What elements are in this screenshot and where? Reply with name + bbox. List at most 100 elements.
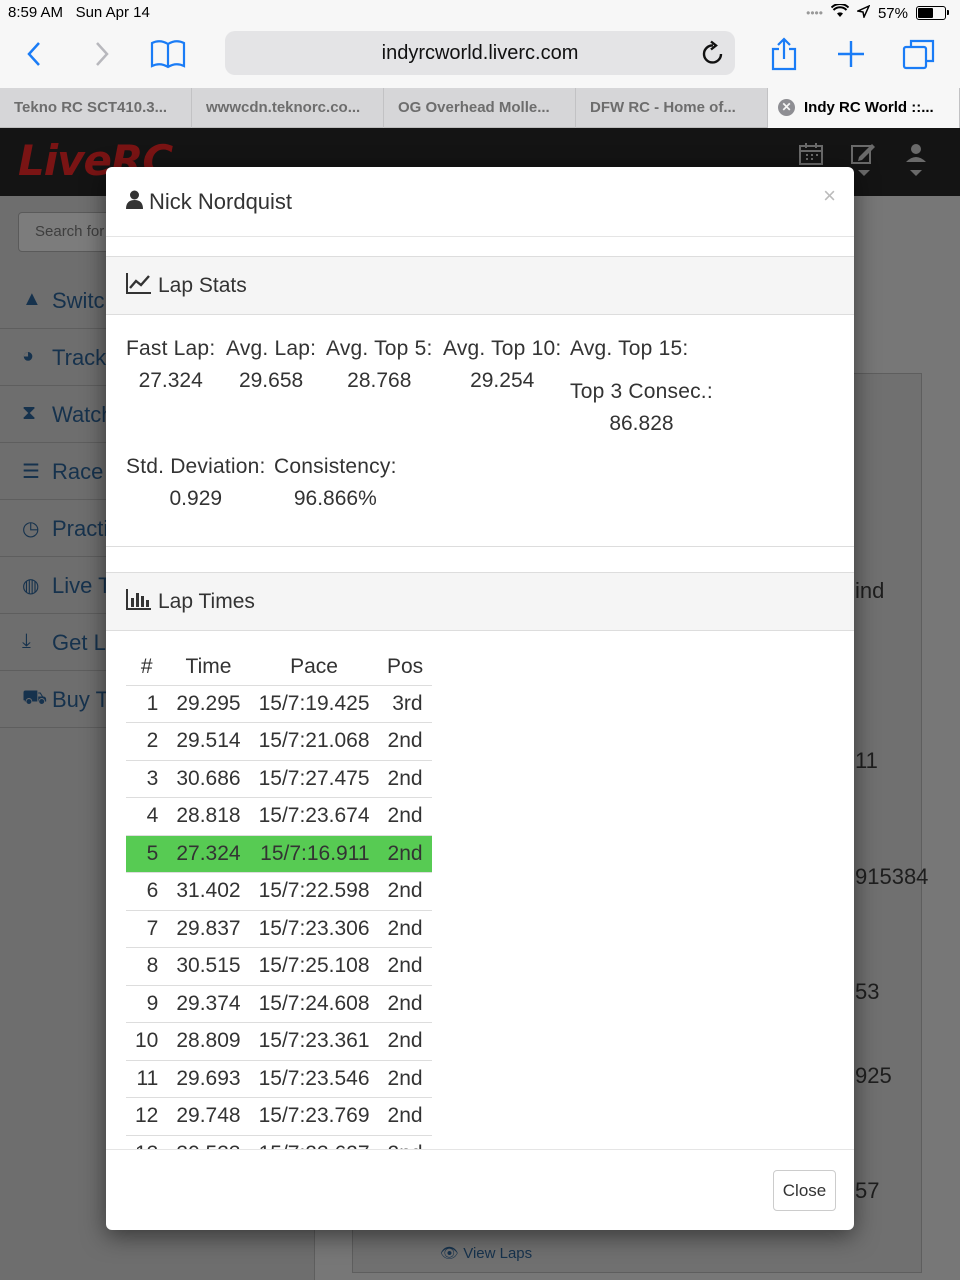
- stat-top3-consec: Top 3 Consec.: 86.828: [570, 380, 713, 435]
- lap-time-cell: 29.748: [167, 1097, 250, 1135]
- globe-icon: ◍: [22, 575, 40, 597]
- table-row: 11 29.693 15/7:23.546 2nd: [126, 1059, 432, 1098]
- lap-stats-heading: Lap Stats: [106, 257, 854, 315]
- bg-fragment: 925: [855, 1063, 892, 1088]
- table-row: 8 30.515 15/7:25.108 2nd: [126, 947, 432, 985]
- tab-strip: Tekno RC SCT410.3... wwwcdn.teknorc.co..…: [0, 88, 960, 128]
- bar-chart-icon: [126, 588, 152, 616]
- lap-number-cell: 4: [126, 797, 168, 835]
- position-cell: 2nd: [378, 909, 432, 948]
- stat-avg-lap: Avg. Lap: 29.658: [226, 337, 317, 392]
- lap-number-cell: 7: [126, 909, 168, 948]
- pace-cell: 15/7:21.068: [249, 722, 379, 760]
- user-icon: [126, 189, 143, 215]
- lap-time-cell: 29.514: [167, 722, 250, 760]
- close-button[interactable]: Close: [773, 1170, 836, 1211]
- pace-cell: 15/7:16.911: [249, 834, 379, 873]
- position-cell: 2nd: [378, 834, 432, 873]
- stat-avg-top15: Avg. Top 15:: [570, 337, 689, 360]
- tab-teknorc-cdn[interactable]: wwwcdn.teknorc.co...: [192, 88, 384, 128]
- table-row: 1 29.295 15/7:19.425 3rd: [126, 684, 432, 723]
- pace-cell: 15/7:25.108: [249, 947, 379, 985]
- signal-dots-icon: ••••: [806, 6, 823, 20]
- table-row: 1330.53315/7:23.6272nd: [126, 1134, 432, 1149]
- browser-toolbar: indyrcworld.liverc.com: [0, 26, 960, 88]
- driver-modal: Nick Nordquist × Lap Stats Fast Lap: 27.3…: [106, 167, 854, 1230]
- download-icon: ⤓: [22, 630, 31, 652]
- lap-number-cell: 12: [126, 1097, 168, 1135]
- lap-number-cell: 3: [126, 759, 168, 798]
- pace-cell: 15/7:19.425: [249, 684, 379, 723]
- position-cell: 2nd: [378, 947, 432, 985]
- dashboard-icon: ◕: [22, 345, 35, 367]
- lap-number-cell: 13: [126, 1134, 168, 1149]
- pace-cell: 15/7:22.598: [249, 872, 379, 910]
- tab-tekno[interactable]: Tekno RC SCT410.3...: [0, 88, 192, 128]
- position-cell: 3rd: [378, 684, 432, 723]
- modal-title: Nick Nordquist: [126, 189, 292, 215]
- close-icon[interactable]: ×: [823, 183, 836, 209]
- table-row: 3 30.686 15/7:27.475 2nd: [126, 759, 432, 798]
- position-cell: 2nd: [378, 1097, 432, 1135]
- battery-icon: [916, 6, 949, 20]
- wifi-icon: [830, 3, 850, 22]
- view-laps-link[interactable]: 👁 View Laps: [440, 1244, 532, 1262]
- table-row: 7 29.837 15/7:23.306 2nd: [126, 909, 432, 948]
- lap-table-scroll[interactable]: # Time Pace Pos 1 29.295 15/7:19.425 3rd 2 29…: [106, 631, 854, 1149]
- road-icon: ▲: [22, 288, 42, 310]
- pace-cell: 15/7:23.627: [249, 1134, 379, 1149]
- hourglass-icon: ⧗: [22, 402, 37, 424]
- back-icon[interactable]: [26, 36, 42, 72]
- modal-footer: Close: [106, 1149, 854, 1230]
- lap-time-cell: 29.295: [167, 684, 250, 723]
- lap-number-cell: 6: [126, 872, 168, 910]
- user-menu-icon[interactable]: [904, 142, 928, 187]
- lap-time-cell: 28.818: [167, 797, 250, 835]
- bg-fragment: 57: [855, 1178, 880, 1203]
- position-cell: 2nd: [378, 1022, 432, 1060]
- url-bar[interactable]: indyrcworld.liverc.com: [225, 31, 735, 75]
- location-arrow-icon: [855, 3, 871, 22]
- bg-sort-header: ind: [855, 578, 885, 603]
- tab-dfw-rc[interactable]: DFW RC - Home of...: [576, 88, 768, 128]
- tab-indy-rc-world[interactable]: ✕ Indy RC World ::...: [768, 88, 960, 128]
- col-pos: Pos: [386, 654, 424, 678]
- lap-time-cell: 29.693: [167, 1059, 250, 1098]
- stat-avg-top10: Avg. Top 10: 29.254: [443, 337, 562, 392]
- driver-name: Nick Nordquist: [149, 189, 293, 214]
- table-row: 5 27.324 15/7:16.911 2nd: [126, 834, 432, 873]
- pace-cell: 15/7:23.674: [249, 797, 379, 835]
- list-icon: ☰: [22, 461, 40, 483]
- pace-cell: 15/7:24.608: [249, 984, 379, 1023]
- table-row: 12 29.748 15/7:23.769 2nd: [126, 1097, 432, 1135]
- tab-og-overhead[interactable]: OG Overhead Molle...: [384, 88, 576, 128]
- position-cell: 2nd: [378, 759, 432, 798]
- lap-time-cell: 30.533: [167, 1134, 250, 1149]
- lap-stats-panel: Lap Stats Fast Lap: 27.324 Avg. Lap: 29.65…: [106, 256, 854, 547]
- position-cell: 2nd: [378, 984, 432, 1023]
- lap-number-cell: 10: [126, 1022, 168, 1060]
- bookmarks-icon[interactable]: [150, 36, 186, 72]
- position-cell: 2nd: [378, 797, 432, 835]
- table-row: 4 28.818 15/7:23.674 2nd: [126, 797, 432, 835]
- forward-icon[interactable]: [94, 36, 110, 72]
- position-cell: 2nd: [378, 1134, 432, 1149]
- reload-icon[interactable]: [701, 40, 725, 72]
- lap-time-cell: 29.837: [167, 909, 250, 948]
- tabs-overview-icon[interactable]: [902, 36, 936, 72]
- table-row: 10 28.809 15/7:23.361 2nd: [126, 1022, 432, 1060]
- url-text: indyrcworld.liverc.com: [381, 41, 579, 64]
- lap-times-table: # Time Pace Pos 1 29.295 15/7:19.425 3rd 2 29…: [126, 649, 432, 1149]
- share-icon[interactable]: [770, 36, 798, 72]
- cart-icon: ⛟: [22, 687, 48, 709]
- col-lap-number: #: [140, 654, 153, 678]
- tab-close-icon[interactable]: ✕: [778, 99, 795, 116]
- table-row: 6 31.402 15/7:22.598 2nd: [126, 872, 432, 910]
- lap-times-body: 1 29.295 15/7:19.425 3rd 2 29.514 15/7:21.068 2…: [126, 684, 432, 1149]
- new-tab-icon[interactable]: [836, 36, 866, 72]
- table-header-row: # Time Pace Pos: [126, 649, 432, 685]
- lap-number-cell: 8: [126, 947, 168, 985]
- edit-icon[interactable]: [850, 142, 878, 187]
- pace-cell: 15/7:23.306: [249, 909, 379, 948]
- pace-cell: 15/7:23.361: [249, 1022, 379, 1060]
